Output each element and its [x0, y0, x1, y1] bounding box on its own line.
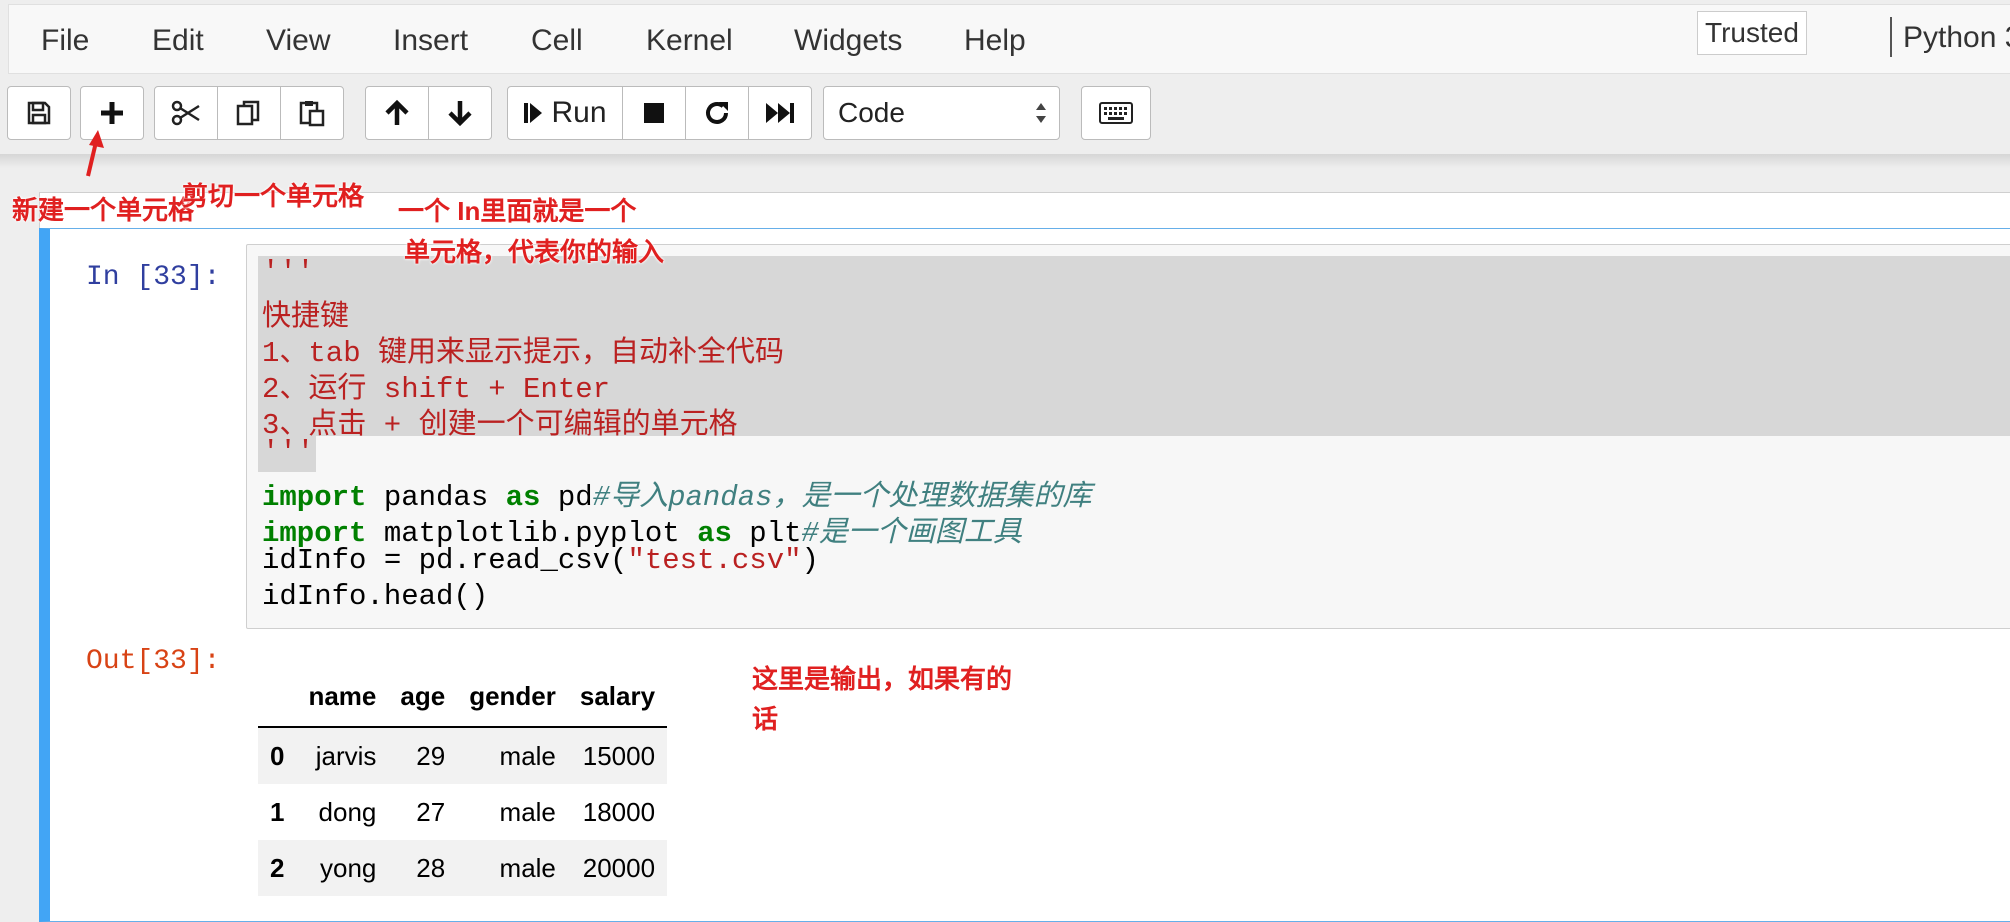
annotation-in-cell-2: 单元格，代表你的输入: [404, 237, 665, 267]
move-group: [365, 86, 492, 140]
menu-file[interactable]: File: [41, 24, 89, 58]
step-run-icon: [524, 103, 543, 123]
run-button[interactable]: Run: [507, 86, 623, 140]
row-index: 1: [270, 796, 285, 827]
table-cell: 27: [416, 796, 446, 827]
move-down-button[interactable]: [428, 86, 492, 140]
select-arrows-icon: [1036, 103, 1046, 123]
menu-view[interactable]: View: [266, 24, 330, 58]
table-cell: 15000: [582, 740, 656, 771]
run-all-button[interactable]: [748, 86, 812, 140]
cut-button[interactable]: [154, 86, 218, 140]
menu-widgets[interactable]: Widgets: [794, 24, 902, 58]
annotation-cut-cell: 剪切一个单元格: [182, 181, 365, 211]
table-row: 1 dong 27 male 18000: [258, 784, 667, 840]
table-row: 2 yong 28 male 20000: [258, 840, 668, 896]
interrupt-button[interactable]: [622, 86, 686, 140]
code-line-6: ''': [262, 436, 315, 469]
code-call: idInfo = pd.read_csv(: [262, 544, 628, 577]
arrow-up-icon: [385, 99, 409, 125]
copy-button[interactable]: [217, 86, 281, 140]
move-up-button[interactable]: [365, 86, 429, 140]
edit-group: [154, 86, 344, 140]
command-palette-button[interactable]: [1081, 86, 1151, 140]
annotation-in-cell-1: 一个 In里面就是一个: [398, 196, 637, 226]
keyboard-group: [1081, 86, 1151, 140]
kernel-name: Python 3: [1903, 21, 2010, 54]
code-line-1: ''': [262, 256, 315, 289]
table-cell: 29: [416, 740, 446, 771]
table-cell: 20000: [582, 852, 656, 883]
toolbar-shadow: [0, 154, 2010, 168]
table-cell: dong: [318, 796, 377, 827]
toolbar: Run Code: [0, 74, 2010, 154]
annotation-output-1: 这里是输出，如果有的: [752, 664, 1013, 694]
annotation-new-cell: 新建一个单元格: [12, 195, 195, 225]
code-line-4: 2、运行 shift + Enter: [262, 373, 611, 406]
menu-cell[interactable]: Cell: [531, 24, 583, 58]
row-index: 2: [270, 852, 285, 883]
paste-button[interactable]: [280, 86, 344, 140]
code-line-7: import pandas as pd#导入pandas，是一个处理数据集的库: [262, 472, 1092, 514]
column-header: salary: [567, 666, 668, 728]
menu-edit[interactable]: Edit: [152, 24, 204, 58]
code-string: "test.csv": [627, 544, 802, 577]
copy-icon: [236, 100, 260, 126]
code-line-3: 1、tab 键用来显示提示，自动补全代码: [262, 337, 785, 370]
keyboard-icon: [1099, 102, 1133, 124]
column-header: gender: [457, 666, 568, 728]
code-line-10: idInfo.head(): [262, 580, 489, 613]
menu-insert[interactable]: Insert: [393, 24, 468, 58]
arrow-down-icon: [448, 101, 472, 127]
cell-type-value: Code: [838, 97, 905, 128]
code-line-9: idInfo = pd.read_csv("test.csv"): [262, 544, 819, 580]
code-line-5: 3、点击 + 创建一个可编辑的单元格: [262, 409, 738, 442]
column-header: age: [388, 666, 458, 728]
code-comment: #是一个画图工具: [801, 517, 1022, 550]
table-cell: 28: [416, 852, 446, 883]
code-line-8: import matplotlib.pyplot as plt#是一个画图工具: [262, 508, 1022, 550]
output-prompt: Out[33]:: [86, 646, 221, 677]
row-index: 0: [270, 740, 285, 771]
column-header: name: [296, 666, 389, 728]
restart-button[interactable]: [685, 86, 749, 140]
table-cell: male: [499, 852, 556, 883]
cut-icon: [171, 100, 200, 126]
table-cell: yong: [320, 852, 377, 883]
stop-icon: [644, 103, 664, 123]
menu-help[interactable]: Help: [964, 24, 1026, 58]
run-group: Run: [507, 86, 812, 140]
save-button[interactable]: [7, 86, 71, 140]
cell-type-select[interactable]: Code: [823, 86, 1060, 140]
kernel-separator: [1890, 17, 1892, 57]
menu-kernel[interactable]: Kernel: [646, 24, 733, 58]
code-paren: ): [801, 544, 819, 577]
annotation-output-2: 话: [752, 704, 779, 734]
column-header: [258, 666, 297, 728]
plus-icon: [101, 102, 123, 124]
annotation-arrow-icon: [86, 130, 104, 177]
code-line-2: 快捷键: [262, 301, 350, 334]
table-cell: jarvis: [315, 740, 377, 771]
table-header-row: name age gender salary: [258, 666, 668, 728]
output-dataframe: name age gender salary 0 jarvis 29 male …: [258, 666, 668, 896]
table-cell: male: [499, 740, 556, 771]
table-row: 0 jarvis 29 male 15000: [258, 727, 668, 784]
save-group: [7, 86, 71, 140]
table-cell: male: [499, 796, 556, 827]
fast-forward-icon: [766, 103, 794, 123]
input-prompt: In [33]:: [86, 262, 221, 293]
save-icon: [27, 101, 51, 125]
table-cell: 18000: [582, 796, 656, 827]
paste-icon: [299, 101, 325, 127]
restart-icon: [706, 102, 728, 124]
run-label: Run: [551, 96, 607, 129]
trusted-indicator[interactable]: Trusted: [1697, 11, 1807, 55]
